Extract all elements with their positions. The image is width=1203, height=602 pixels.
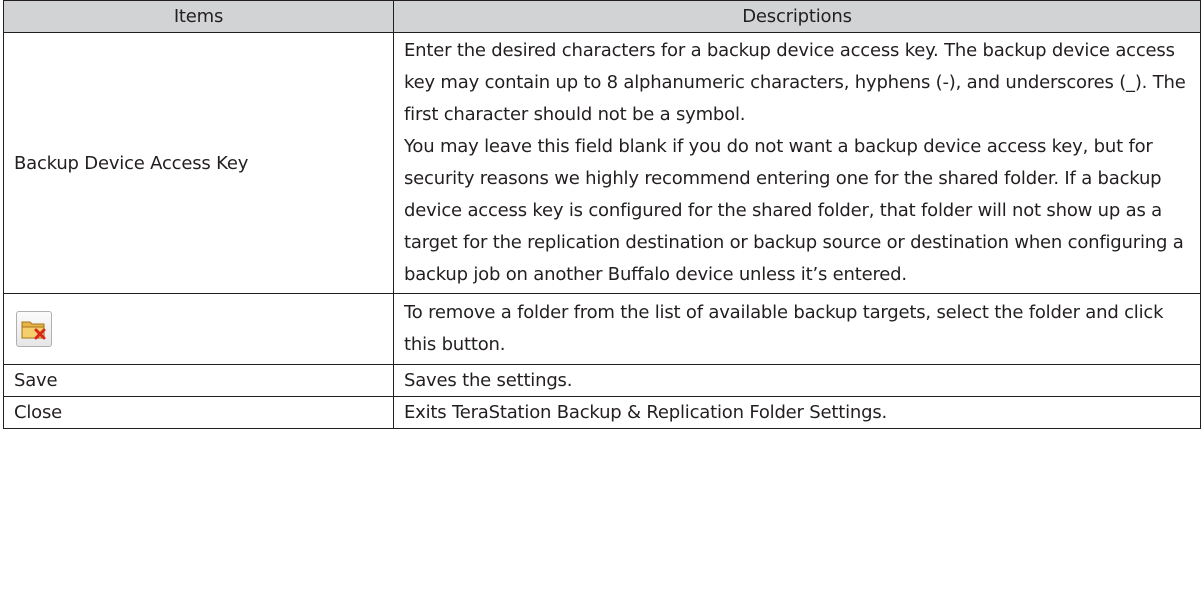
item-save: Save xyxy=(3,364,394,397)
item-backup-device-access-key: Backup Device Access Key xyxy=(3,32,394,294)
description-save: Saves the settings. xyxy=(393,364,1201,397)
table-row-save: Save Saves the settings. xyxy=(3,364,1201,397)
table-row-remove-folder: To remove a folder from the list of avai… xyxy=(3,293,1201,365)
settings-description-table: Items Descriptions Backup Device Access … xyxy=(3,0,1201,429)
description-paragraph: Enter the desired characters for a backu… xyxy=(404,40,1186,125)
description-close: Exits TeraStation Backup & Replication F… xyxy=(393,396,1201,429)
item-close: Close xyxy=(3,396,394,429)
table-row-close: Close Exits TeraStation Backup & Replica… xyxy=(3,396,1201,429)
table-row-backup-device-access-key: Backup Device Access Key Enter the desir… xyxy=(3,32,1201,294)
header-descriptions: Descriptions xyxy=(393,0,1201,33)
description-remove-folder: To remove a folder from the list of avai… xyxy=(393,293,1201,365)
table-header-row: Items Descriptions xyxy=(3,0,1201,33)
item-remove-folder xyxy=(3,293,394,365)
description-paragraph: You may leave this field blank if you do… xyxy=(404,136,1184,285)
header-items: Items xyxy=(3,0,394,33)
description-backup-device-access-key: Enter the desired characters for a backu… xyxy=(393,32,1201,294)
remove-folder-icon xyxy=(16,311,52,347)
